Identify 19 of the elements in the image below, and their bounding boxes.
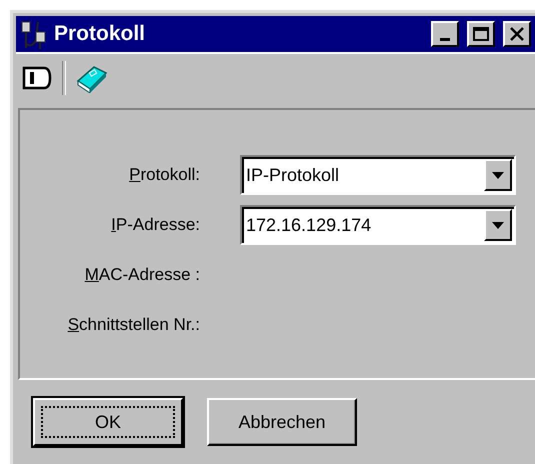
minimize-icon: [440, 38, 450, 41]
combo-box[interactable]: IP-Protokoll: [240, 155, 516, 195]
field-label: IP-Adresse:: [111, 215, 200, 235]
dropdown-arrow-icon: [492, 222, 504, 228]
book-icon[interactable]: [76, 63, 108, 93]
field-label: Schnittstellen Nr.:: [68, 315, 200, 335]
close-button[interactable]: [503, 21, 531, 47]
field-label: MAC-Adresse :: [84, 265, 200, 285]
maximize-icon: [473, 27, 489, 41]
field-label: Protokoll:: [129, 165, 200, 185]
card-icon[interactable]: [22, 65, 52, 91]
close-icon: [510, 27, 524, 41]
maximize-button[interactable]: [467, 21, 495, 47]
cancel-button[interactable]: Abbrechen: [207, 398, 357, 446]
window-title: Protokoll: [54, 22, 146, 46]
combo-box[interactable]: 172.16.129.174: [240, 205, 516, 245]
minimize-button[interactable]: [431, 21, 459, 47]
dropdown-arrow-icon: [492, 172, 504, 178]
ok-button[interactable]: OK: [33, 398, 183, 446]
